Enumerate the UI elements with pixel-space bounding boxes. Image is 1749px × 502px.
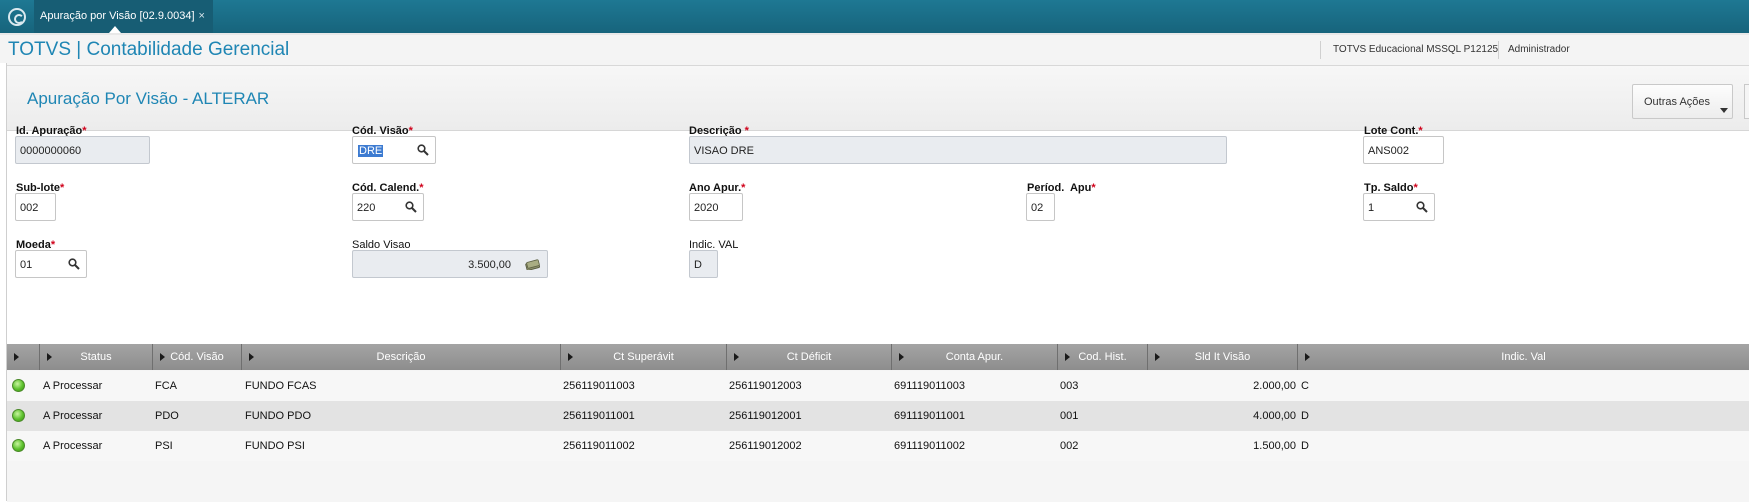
cell-indic-val: C	[1301, 380, 1309, 392]
cell-descricao: FUNDO FCAS	[245, 380, 317, 392]
cod-visao-field[interactable]: DRE	[352, 136, 436, 164]
cell-cod-visao: PDO	[155, 410, 179, 422]
tp-saldo-field[interactable]: 1	[1363, 193, 1435, 221]
status-ok-icon	[12, 379, 25, 392]
column-header-cod-hist[interactable]: Cod. Hist.	[1058, 344, 1148, 370]
cell-ct-deficit: 256119012003	[729, 380, 802, 392]
column-header-sld-it-visao[interactable]: Sld It Visão	[1148, 344, 1298, 370]
close-tab-icon[interactable]: ×	[199, 10, 205, 22]
grid-header: Status Cód. Visão Descrição Ct Superávit…	[7, 344, 1749, 370]
status-ok-icon	[12, 409, 25, 422]
cell-status: A Processar	[43, 440, 103, 452]
column-header-ct-superavit[interactable]: Ct Superávit	[561, 344, 727, 370]
cell-indic-val: D	[1301, 440, 1309, 452]
environment-label[interactable]: TOTVS Educacional MSSQL P12125	[1333, 44, 1498, 55]
period-apu-field[interactable]: 02	[1026, 193, 1055, 221]
header-divider	[1498, 41, 1499, 59]
cell-ct-superavit: 256119011003	[563, 380, 635, 392]
cell-cod-hist: 001	[1060, 410, 1079, 422]
column-header-ct-deficit[interactable]: Ct Déficit	[727, 344, 892, 370]
ano-apur-field[interactable]: 2020	[689, 193, 743, 221]
cell-cod-visao: PSI	[155, 440, 173, 452]
table-row[interactable]: A Processar FCA FUNDO FCAS 256119011003 …	[7, 371, 1749, 401]
table-row[interactable]: A Processar PSI FUNDO PSI 256119011002 2…	[7, 431, 1749, 461]
moeda-field[interactable]: 01	[15, 250, 87, 278]
cell-conta-apur: 691119011001	[894, 410, 965, 422]
lote-cont-field[interactable]: ANS002	[1363, 136, 1444, 164]
cell-ct-superavit: 256119011001	[563, 410, 635, 422]
search-icon[interactable]	[1416, 201, 1428, 213]
header-divider	[1320, 41, 1321, 59]
cell-sld-it-visao: 4.000,00	[1253, 410, 1296, 422]
app-header: TOTVS | Contabilidade Gerencial TOTVS Ed…	[0, 33, 1749, 66]
saldo-visao-field[interactable]: 3.500,00	[352, 250, 548, 278]
active-tab-indicator	[109, 26, 121, 33]
column-header-indic-val[interactable]: Indic. Val	[1298, 344, 1749, 370]
cell-cod-hist: 003	[1060, 380, 1079, 392]
tab-apuracao-por-visao[interactable]: Apuração por Visão [02.9.0034] ×	[34, 0, 213, 33]
money-icon[interactable]	[525, 259, 541, 270]
page-title: Apuração Por Visão - ALTERAR	[27, 89, 270, 108]
outras-acoes-button[interactable]: Outras Ações	[1632, 84, 1733, 119]
page-title-bar: Apuração Por Visão - ALTERAR	[7, 66, 1749, 131]
outras-acoes-label: Outras Ações	[1644, 96, 1711, 108]
cell-sld-it-visao: 2.000,00	[1253, 380, 1296, 392]
cell-cod-visao: FCA	[155, 380, 177, 392]
id-apuracao-field[interactable]: 0000000060	[15, 136, 150, 164]
column-header-cod-visao[interactable]: Cód. Visão	[153, 344, 242, 370]
status-ok-icon	[12, 439, 25, 452]
cell-descricao: FUNDO PDO	[245, 410, 311, 422]
left-frame-edge	[0, 63, 7, 501]
tab-label: Apuração por Visão [02.9.0034]	[40, 10, 195, 22]
cell-status: A Processar	[43, 410, 103, 422]
cod-calend-field[interactable]: 220	[352, 193, 424, 221]
cell-cod-hist: 002	[1060, 440, 1079, 452]
table-row[interactable]: A Processar PDO FUNDO PDO 256119011001 2…	[7, 401, 1749, 431]
user-label[interactable]: Administrador	[1508, 44, 1570, 55]
brand-title: TOTVS | Contabilidade Gerencial	[8, 39, 290, 60]
top-app-bar: Apuração por Visão [02.9.0034] ×	[0, 0, 1749, 33]
cell-conta-apur: 691119011002	[894, 440, 965, 452]
cell-descricao: FUNDO PSI	[245, 440, 305, 452]
grid-header-selector[interactable]	[7, 344, 40, 370]
cell-status: A Processar	[43, 380, 103, 392]
indic-val-field[interactable]: D	[689, 250, 718, 278]
column-header-status[interactable]: Status	[40, 344, 153, 370]
chevron-down-icon	[1720, 108, 1728, 113]
cell-sld-it-visao: 1.500,00	[1253, 440, 1296, 452]
extra-action-button[interactable]	[1744, 84, 1749, 119]
search-icon[interactable]	[68, 258, 80, 270]
cell-ct-deficit: 256119012001	[729, 410, 802, 422]
cell-indic-val: D	[1301, 410, 1309, 422]
home-icon[interactable]	[8, 8, 26, 26]
descricao-field[interactable]: VISAO DRE	[689, 136, 1227, 164]
cell-ct-superavit: 256119011002	[563, 440, 635, 452]
search-icon[interactable]	[417, 144, 429, 156]
cell-conta-apur: 691119011003	[894, 380, 965, 392]
column-header-descricao[interactable]: Descrição	[242, 344, 561, 370]
search-icon[interactable]	[405, 201, 417, 213]
cell-ct-deficit: 256119012002	[729, 440, 802, 452]
column-header-conta-apur[interactable]: Conta Apur.	[892, 344, 1058, 370]
sub-lote-field[interactable]: 002	[15, 193, 56, 221]
